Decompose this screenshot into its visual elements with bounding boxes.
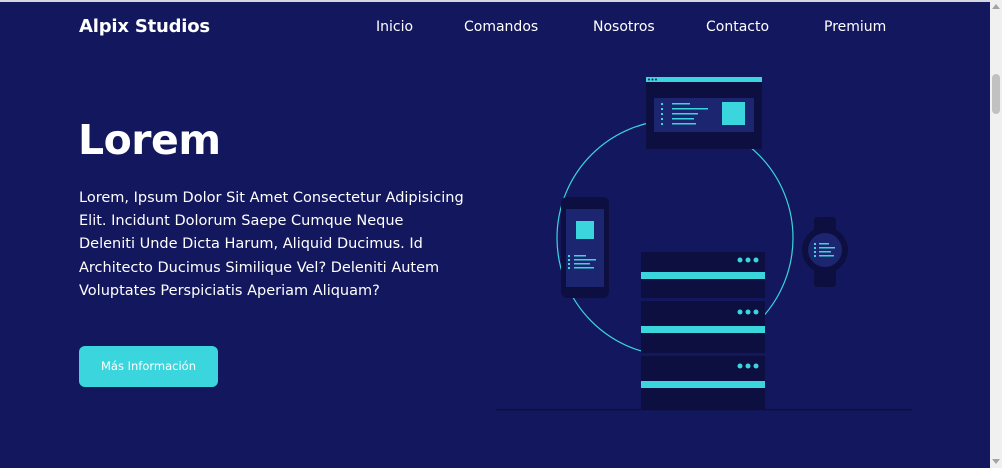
scrollbar-thumb[interactable] [992,74,1000,114]
nav-link-inicio[interactable]: Inicio [376,19,413,35]
page-scrollbar[interactable] [990,0,1002,468]
scroll-down-arrow-icon[interactable] [992,459,1000,464]
nav-link-nosotros[interactable]: Nosotros [593,19,655,35]
hero-title: Lorem [78,116,221,164]
smartwatch-icon [802,217,848,287]
server-rack-icon [641,252,765,410]
nav-link-contacto[interactable]: Contacto [706,19,769,35]
nav-link-comandos[interactable]: Comandos [464,19,538,35]
navbar: Alpix Studios Inicio Comandos Nosotros C… [0,2,990,50]
brand-logo[interactable]: Alpix Studios [79,16,210,37]
browser-window-icon [646,77,762,149]
ground-line [496,409,912,411]
smartphone-icon [561,197,609,298]
scroll-up-arrow-icon[interactable] [992,4,1000,9]
devices-illustration [496,77,912,411]
nav-link-premium[interactable]: Premium [824,19,886,35]
hero-description: Lorem, Ipsum Dolor Sit Amet Consectetur … [79,190,464,299]
more-info-button[interactable]: Más Información [79,346,218,387]
